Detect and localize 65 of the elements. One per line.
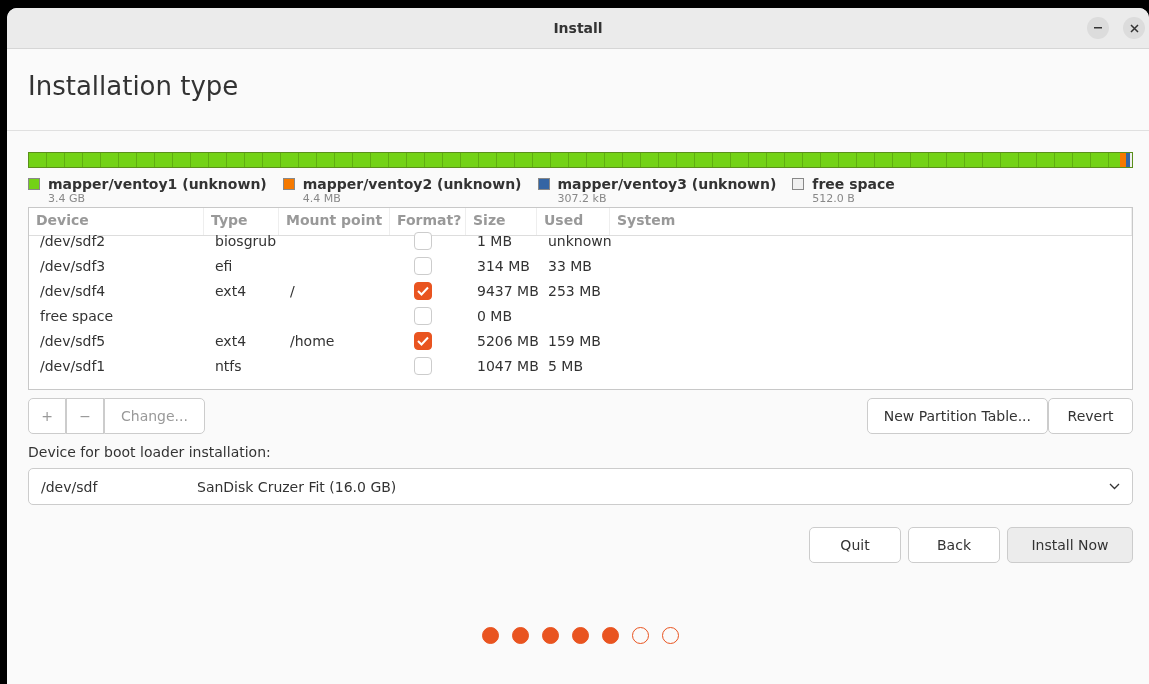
- legend-size: 307.2 kB: [557, 192, 608, 205]
- table-cell-text: /dev/sdf4: [39, 282, 107, 299]
- column-header[interactable]: Used: [537, 208, 610, 235]
- table-cell-text: ext4: [214, 282, 248, 299]
- table-cell-text: /dev/sdf1: [39, 357, 107, 374]
- format-checkbox[interactable]: [414, 331, 432, 350]
- legend-size: 3.4 GB: [48, 192, 87, 205]
- close-button[interactable]: [1123, 17, 1145, 39]
- legend-label: mapper/ventoy2 (unknown): [302, 176, 522, 192]
- table-cell-text: 253 MB: [547, 282, 602, 299]
- table-cell-text: 5 MB: [547, 357, 585, 374]
- format-checkbox[interactable]: [414, 256, 432, 275]
- revert-button[interactable]: Revert: [1048, 398, 1133, 434]
- format-checkbox[interactable]: [414, 281, 432, 300]
- table-cell-text: /dev/sdf5: [39, 332, 107, 349]
- table-cell-text: 0 MB: [476, 307, 514, 324]
- dialog-button[interactable]: Quit: [809, 527, 901, 563]
- format-checkbox[interactable]: [414, 356, 432, 375]
- table-cell-text: /home: [289, 332, 336, 349]
- legend-size: 4.4 MB: [302, 192, 342, 205]
- check-icon: [417, 285, 429, 296]
- new-partition-table-button[interactable]: New Partition Table...: [866, 398, 1048, 434]
- table-cell-text: ntfs: [214, 357, 243, 374]
- table-cell-text: 159 MB: [547, 332, 602, 349]
- table-cell-text: ext4: [214, 332, 248, 349]
- column-header[interactable]: Device: [29, 208, 204, 235]
- device-description: SanDisk Cruzer Fit (16.0 GB): [197, 478, 398, 495]
- format-checkbox[interactable]: [414, 306, 432, 325]
- legend-label: mapper/ventoy3 (unknown): [557, 176, 777, 192]
- column-header[interactable]: Type: [204, 208, 279, 235]
- device-path: /dev/sdf: [41, 478, 99, 495]
- dialog-button[interactable]: Install Now: [1007, 527, 1133, 563]
- column-header[interactable]: System: [610, 208, 1132, 235]
- add-button[interactable]: +: [28, 398, 66, 434]
- column-header[interactable]: Mount point: [279, 208, 390, 235]
- table-cell-text: unknown: [547, 232, 610, 249]
- boot-loader-label: Device for boot loader installation:: [28, 444, 272, 460]
- table-cell-text: 9437 MB: [476, 282, 537, 299]
- window-title: Install: [553, 20, 603, 36]
- check-icon: [417, 335, 429, 346]
- table-cell-text: /: [289, 282, 296, 299]
- format-checkbox[interactable]: [414, 231, 432, 250]
- boot-loader-dropdown[interactable]: /dev/sdf SanDisk Cruzer Fit (16.0 GB): [28, 468, 1133, 505]
- minimize-icon: [1094, 27, 1102, 29]
- table-cell-text: 314 MB: [476, 257, 531, 274]
- legend-label: free space: [812, 176, 895, 192]
- legend-size: 512.0 B: [812, 192, 856, 205]
- change-button[interactable]: Change...: [104, 398, 205, 434]
- table-cell-text: efi: [214, 257, 234, 274]
- table-cell-text: /dev/sdf2: [39, 232, 107, 249]
- table-cell-text: 33 MB: [547, 257, 593, 274]
- table-cell-text: 1 MB: [476, 232, 514, 249]
- table-cell-text: /dev/sdf3: [39, 257, 107, 274]
- table-cell-text: biosgrub: [214, 232, 278, 249]
- remove-button[interactable]: −: [66, 398, 104, 434]
- close-icon: [1129, 23, 1139, 33]
- page-heading: Installation type: [7, 49, 1149, 131]
- legend-label: mapper/ventoy1 (unknown): [48, 176, 267, 192]
- column-header[interactable]: Size: [466, 208, 537, 235]
- table-cell-text: free space: [39, 307, 115, 324]
- table-cell-text: 5206 MB: [476, 332, 537, 349]
- minimize-button[interactable]: [1087, 17, 1109, 39]
- chevron-down-icon: [1109, 483, 1120, 490]
- table-cell-text: 1047 MB: [476, 357, 537, 374]
- dialog-button[interactable]: Back: [908, 527, 1000, 563]
